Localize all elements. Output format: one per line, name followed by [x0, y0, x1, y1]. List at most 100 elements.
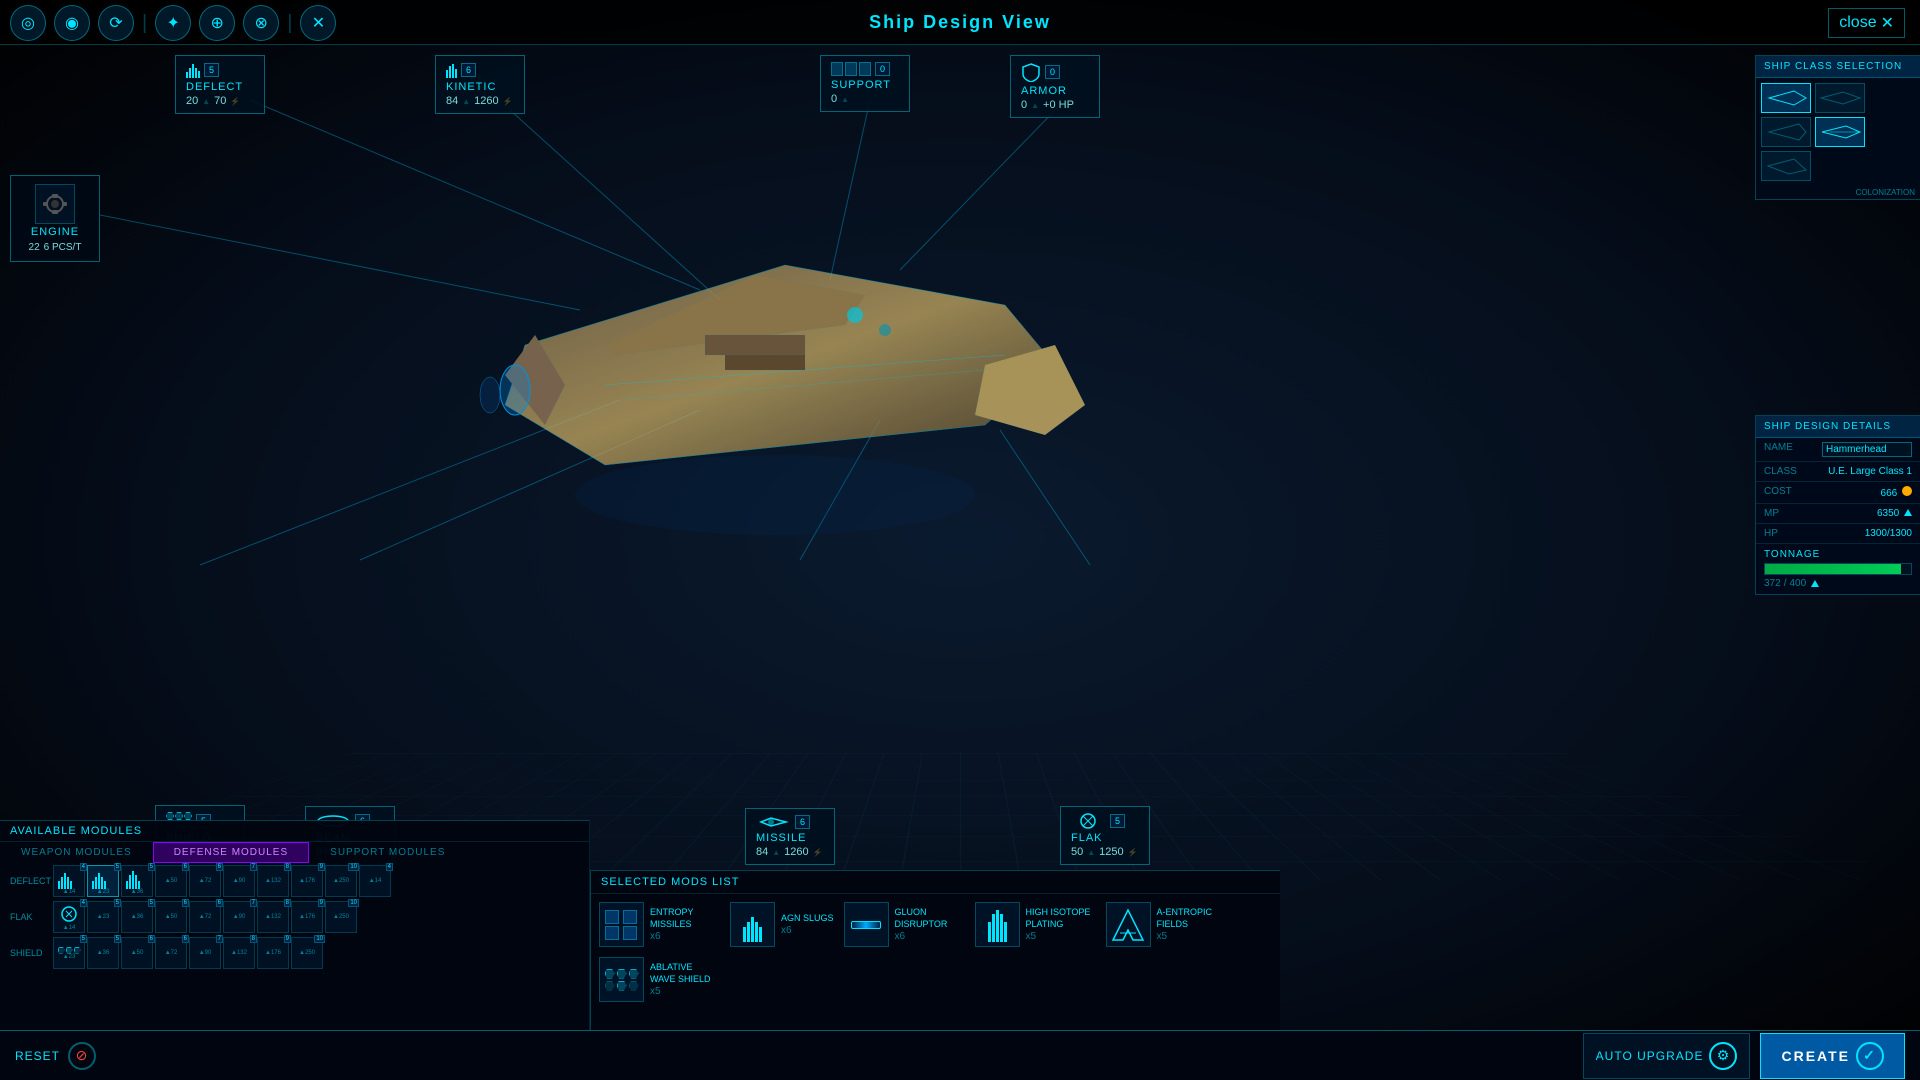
shield-mod-8[interactable]: 10 ▲250 [291, 937, 323, 969]
shield-mod-6[interactable]: 8 ▲132 [223, 937, 255, 969]
flak-mod-9[interactable]: 10 ▲250 [325, 901, 357, 933]
nav-icon-close[interactable]: ✕ [300, 5, 336, 41]
flak-mod-6[interactable]: 7 ▲90 [223, 901, 255, 933]
selected-mod-a-entropic[interactable]: A-ENTROPIC FIELDS x5 [1106, 902, 1227, 947]
deflect-separator: ▲ [202, 97, 210, 106]
deflect-mod-1[interactable]: 4 ▲14 [53, 865, 85, 897]
auto-upgrade-button[interactable]: AUTO UPGRADE ⚙ [1583, 1033, 1751, 1079]
ship-thumb-2[interactable] [1815, 83, 1865, 113]
selected-mod-entropy-missiles[interactable]: ENTROPY MISSILES x6 [599, 902, 720, 947]
armor-values: 0 ▲ +0 HP [1021, 99, 1089, 111]
ship-thumb-1[interactable] [1761, 83, 1811, 113]
kinetic-stat-box: 6 KINETIC 84 ▲ 1260 ⚡ [435, 55, 525, 114]
kinetic-label: KINETIC [446, 81, 514, 93]
reset-label: RESET [15, 1049, 60, 1063]
selected-mod-high-isotope[interactable]: HIGH ISOTOPE PLATING x5 [975, 902, 1096, 947]
deflect-mod-8[interactable]: 9 ▲176 [291, 865, 323, 897]
flak-mod-3[interactable]: 5 ▲36 [121, 901, 153, 933]
deflect-mod-4[interactable]: 6 ▲50 [155, 865, 187, 897]
selected-mod-ablative-wave[interactable]: ABLATIVE WAVE SHIELD x5 [599, 957, 720, 1002]
tonnage-value: 372 / 400 [1764, 578, 1912, 589]
deflect-mod-7[interactable]: 8 ▲132 [257, 865, 289, 897]
tonnage-bar [1764, 563, 1912, 575]
nav-icon-home[interactable]: ◎ [10, 5, 46, 41]
shield-modules-row: SHIELD 5 ▲23 5 ▲36 6 ▲50 6 ▲72 [0, 935, 589, 971]
ship-thumb-3[interactable] [1761, 117, 1811, 147]
deflect-mod-10[interactable]: 4 ▲14 [359, 865, 391, 897]
kinetic-values: 84 ▲ 1260 ⚡ [446, 95, 514, 107]
selected-mod-gluon-disruptor[interactable]: GLUON DISRUPTOR x6 [844, 902, 965, 947]
entropy-missiles-label: ENTROPY MISSILES [650, 907, 720, 930]
flak-mod-7[interactable]: 8 ▲132 [257, 901, 289, 933]
tab-support-modules[interactable]: SUPPORT MODULES [309, 842, 466, 863]
selected-mod-agn-slugs[interactable]: AGN SLUGS x6 [730, 902, 834, 947]
engine-val1: 22 [29, 242, 40, 253]
ship-design-details-title: SHIP DESIGN DETAILS [1756, 416, 1920, 438]
flak-mod-8[interactable]: 9 ▲176 [291, 901, 323, 933]
shield-module-items: 5 ▲23 5 ▲36 6 ▲50 6 ▲72 7 ▲90 8 ▲132 [53, 937, 323, 969]
reset-button[interactable]: RESET ⊘ [15, 1042, 96, 1070]
class-value: U.E. Large Class 1 [1828, 466, 1912, 477]
shield-mod-3[interactable]: 6 ▲50 [121, 937, 153, 969]
ship-thumb-4[interactable] [1815, 117, 1865, 147]
high-isotope-info: HIGH ISOTOPE PLATING x5 [1026, 907, 1096, 941]
missile-values: 84 ▲ 1260 ⚡ [756, 846, 824, 858]
tonnage-slash: / [1784, 578, 1787, 589]
flak-count: 5 [1110, 814, 1125, 828]
tab-weapon-modules[interactable]: WEAPON MODULES [0, 842, 153, 863]
flak-stat-box: 5 FLAK 50 ▲ 1250 ⚡ [1060, 806, 1150, 865]
deflect-modules-row: DEFLECT 4 ▲14 [0, 863, 589, 899]
support-energy: ▲ [841, 95, 849, 104]
armor-label: ARMOR [1021, 85, 1089, 97]
nav-icon-plus[interactable]: ⊕ [199, 5, 235, 41]
gear-circle-icon: ⚙ [1709, 1042, 1737, 1070]
tonnage-current: 372 [1764, 578, 1781, 589]
entropy-missiles-icon [599, 902, 644, 947]
nav-icon-target[interactable]: ◉ [54, 5, 90, 41]
close-button[interactable]: close ✕ [1828, 8, 1905, 38]
ablative-wave-info: ABLATIVE WAVE SHIELD x5 [650, 962, 720, 996]
engine-label: ENGINE [31, 226, 79, 238]
shield-mod-5[interactable]: 7 ▲90 [189, 937, 221, 969]
support-stat-box: 0 SUPPORT 0 ▲ [820, 55, 910, 112]
cost-row: COST 666 [1756, 482, 1920, 504]
deflect-mod-9[interactable]: 10 ▲250 [325, 865, 357, 897]
flak-mod-4[interactable]: 6 ▲50 [155, 901, 187, 933]
nav-separator: | [142, 12, 147, 35]
agn-slugs-icon [730, 902, 775, 947]
deflect-values: 20 ▲ 70 ⚡ [186, 95, 254, 107]
tonnage-energy-icon [1811, 580, 1819, 587]
name-row: NAME [1756, 438, 1920, 462]
nav-icon-reload[interactable]: ⟳ [98, 5, 134, 41]
missile-count: 6 [795, 815, 810, 829]
top-nav: ◎ ◉ ⟳ | ✦ ⊕ ⊗ | ✕ [10, 5, 336, 41]
nav-icon-person[interactable]: ⊗ [243, 5, 279, 41]
shield-mod-2[interactable]: 5 ▲36 [87, 937, 119, 969]
flak-mod-1[interactable]: 4 ▲14 [53, 901, 85, 933]
kinetic-sep: ▲ [462, 97, 470, 106]
flak-mod-2[interactable]: 5 ▲23 [87, 901, 119, 933]
name-input[interactable] [1822, 442, 1912, 457]
deflect-mod-5[interactable]: 6 ▲72 [189, 865, 221, 897]
deflect-mod-3[interactable]: 5 ▲36 [121, 865, 153, 897]
deflect-mod-2[interactable]: 5 ▲23 [87, 865, 119, 897]
gluon-disruptor-label: GLUON DISRUPTOR [895, 907, 965, 930]
deflect-mod-6[interactable]: 7 ▲90 [223, 865, 255, 897]
available-modules-title: AVAILABLE MODULES [10, 825, 142, 837]
cost-coin-icon [1902, 486, 1912, 496]
flak-mod-5[interactable]: 6 ▲72 [189, 901, 221, 933]
create-button[interactable]: CREATE ✓ [1760, 1033, 1905, 1079]
mp-energy-icon [1904, 509, 1912, 516]
cost-label: COST [1764, 486, 1792, 499]
deflect-val1: 20 [186, 95, 198, 107]
support-label: SUPPORT [831, 79, 899, 91]
ship-thumb-5[interactable] [1761, 151, 1811, 181]
a-entropic-count: x5 [1157, 931, 1227, 942]
shield-mod-7[interactable]: 9 ▲176 [257, 937, 289, 969]
engine-panel: ENGINE 22 6 PCS/T [10, 175, 100, 262]
shield-mod-4[interactable]: 6 ▲72 [155, 937, 187, 969]
close-label: close [1839, 14, 1876, 32]
shield-mod-1[interactable]: 5 ▲23 [53, 937, 85, 969]
nav-icon-star[interactable]: ✦ [155, 5, 191, 41]
tab-defense-modules[interactable]: DEFENSE MODULES [153, 842, 309, 863]
